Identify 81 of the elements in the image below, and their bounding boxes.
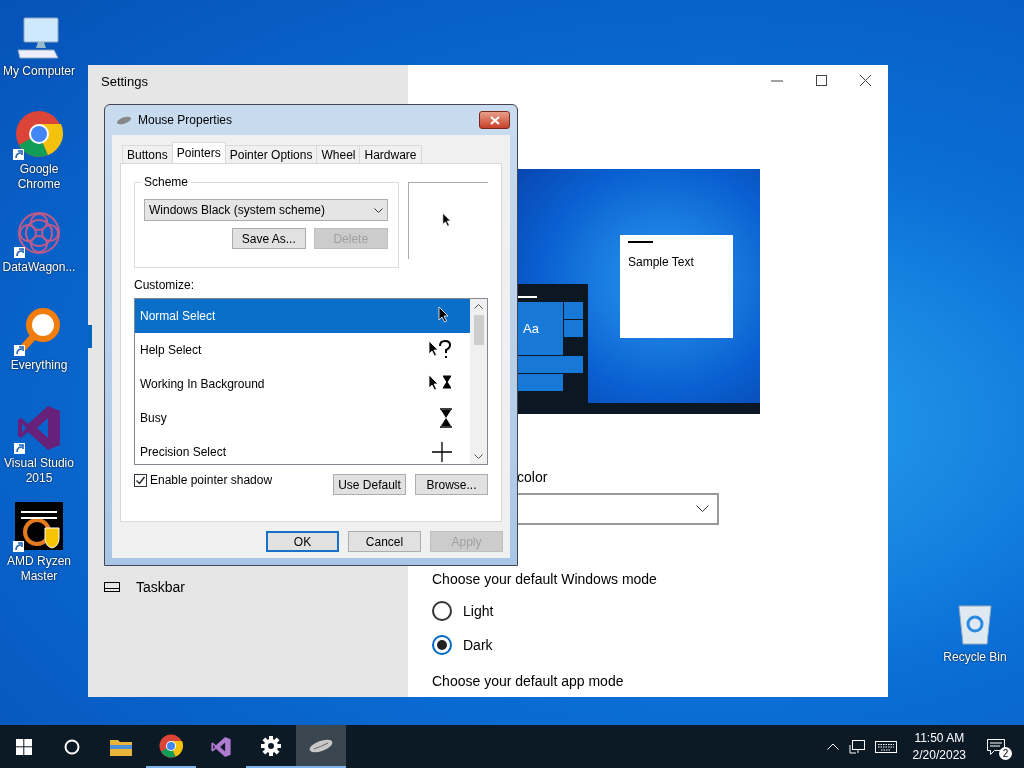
- chevron-down-icon: [696, 505, 709, 513]
- list-item[interactable]: Busy: [135, 401, 470, 435]
- tab[interactable]: Hardware: [359, 145, 422, 163]
- settings-icon: [261, 735, 281, 756]
- selection-indicator: [88, 325, 92, 348]
- dialog-button[interactable]: Use Default: [333, 474, 406, 495]
- notification-button[interactable]: 2: [982, 731, 1010, 762]
- list-item[interactable]: Precision Select: [135, 435, 470, 464]
- desktop-icon-label[interactable]: Visual Studio 2015: [1, 456, 77, 486]
- tab[interactable]: Buttons: [122, 145, 173, 163]
- section-heading: Choose your default app mode: [432, 673, 625, 689]
- desktop-icon-label[interactable]: DataWagon...: [1, 260, 77, 275]
- visual-studio-icon: [210, 735, 232, 758]
- crosshair-icon: [432, 442, 452, 462]
- tab[interactable]: Pointers: [171, 142, 226, 163]
- desktop-icon-label[interactable]: Everything: [1, 358, 77, 373]
- tile: [564, 302, 583, 319]
- list-item[interactable]: Help Select: [135, 333, 470, 367]
- desktop-icon-label[interactable]: Recycle Bin: [937, 650, 1013, 665]
- dialog-button[interactable]: OK: [266, 531, 339, 552]
- desktop-icon-label[interactable]: AMD Ryzen Master: [1, 554, 77, 584]
- message-icon: [987, 738, 1005, 755]
- minimize-icon[interactable]: [771, 79, 783, 82]
- sample-text: Sample Text: [628, 255, 695, 269]
- help-cursor-icon: [428, 340, 452, 360]
- taskbar-app[interactable]: [296, 725, 346, 768]
- ryzen-logo-icon: [15, 502, 63, 550]
- mouse-icon: [308, 738, 334, 753]
- desktop-icon-label[interactable]: Google Chrome: [1, 162, 77, 192]
- scheme-button[interactable]: Save As...: [231, 228, 306, 249]
- circle-icon: [64, 738, 80, 755]
- dialog-button[interactable]: Cancel: [348, 531, 421, 552]
- scheme-dropdown[interactable]: Windows Black (system scheme): [144, 199, 388, 221]
- tile: [517, 356, 583, 373]
- taskbar-icon: [104, 582, 120, 592]
- list-item[interactable]: Working In Background: [135, 367, 470, 401]
- radio-circle[interactable]: [432, 601, 452, 621]
- desktop-icon-label[interactable]: My Computer: [1, 64, 77, 79]
- scrollbar[interactable]: [470, 299, 487, 464]
- recycle-bin-icon[interactable]: [955, 602, 995, 646]
- scroll-up-icon: [474, 304, 483, 309]
- chevron-up-icon[interactable]: [826, 743, 839, 750]
- radio-button[interactable]: Dark: [432, 635, 493, 655]
- scroll-thumb[interactable]: [473, 315, 484, 345]
- tab[interactable]: Pointer Options: [224, 145, 318, 163]
- checkbox[interactable]: Enable pointer shadow: [134, 473, 273, 487]
- chrome-icon: [159, 733, 183, 758]
- tile-text: Aa: [517, 302, 563, 355]
- tile: [517, 374, 563, 391]
- visual-studio-icon: [16, 404, 62, 452]
- keyboard-icon[interactable]: [874, 740, 897, 753]
- close-button[interactable]: [479, 111, 510, 129]
- close-icon[interactable]: [860, 75, 871, 86]
- network-icon[interactable]: [848, 739, 865, 754]
- radio-circle[interactable]: [432, 635, 452, 655]
- list-item[interactable]: Normal Select: [135, 299, 470, 333]
- tile: [564, 320, 583, 337]
- notification-count: 2: [999, 746, 1012, 760]
- radio-button[interactable]: Light: [432, 601, 494, 621]
- dialog-button[interactable]: Browse...: [415, 474, 488, 495]
- chrome-icon: [15, 110, 63, 158]
- maximize-icon[interactable]: [816, 75, 827, 86]
- chevron-down-icon: [373, 207, 383, 213]
- folder-icon: [110, 737, 132, 756]
- computer-icon: [16, 16, 62, 60]
- window-title: Settings: [101, 74, 149, 89]
- scroll-down-icon: [474, 454, 483, 459]
- color-dropdown[interactable]: [517, 493, 719, 525]
- mouse-icon: [116, 115, 132, 125]
- windows-logo-icon: [16, 738, 32, 755]
- section-heading: Choose your default Windows mode: [432, 571, 658, 587]
- checkbox-box[interactable]: [134, 473, 147, 487]
- clock[interactable]: 11:50 AM 2/20/2023: [906, 729, 972, 764]
- group-label: Scheme: [141, 176, 192, 189]
- flower-pattern-icon: [16, 210, 62, 256]
- close-icon: [489, 115, 500, 125]
- list-label: Customize:: [134, 278, 196, 292]
- section-heading: color: [517, 469, 549, 485]
- nav-item[interactable]: Taskbar: [88, 577, 408, 597]
- dialog-title: Mouse Properties: [138, 113, 233, 127]
- hourglass-icon: [440, 408, 452, 428]
